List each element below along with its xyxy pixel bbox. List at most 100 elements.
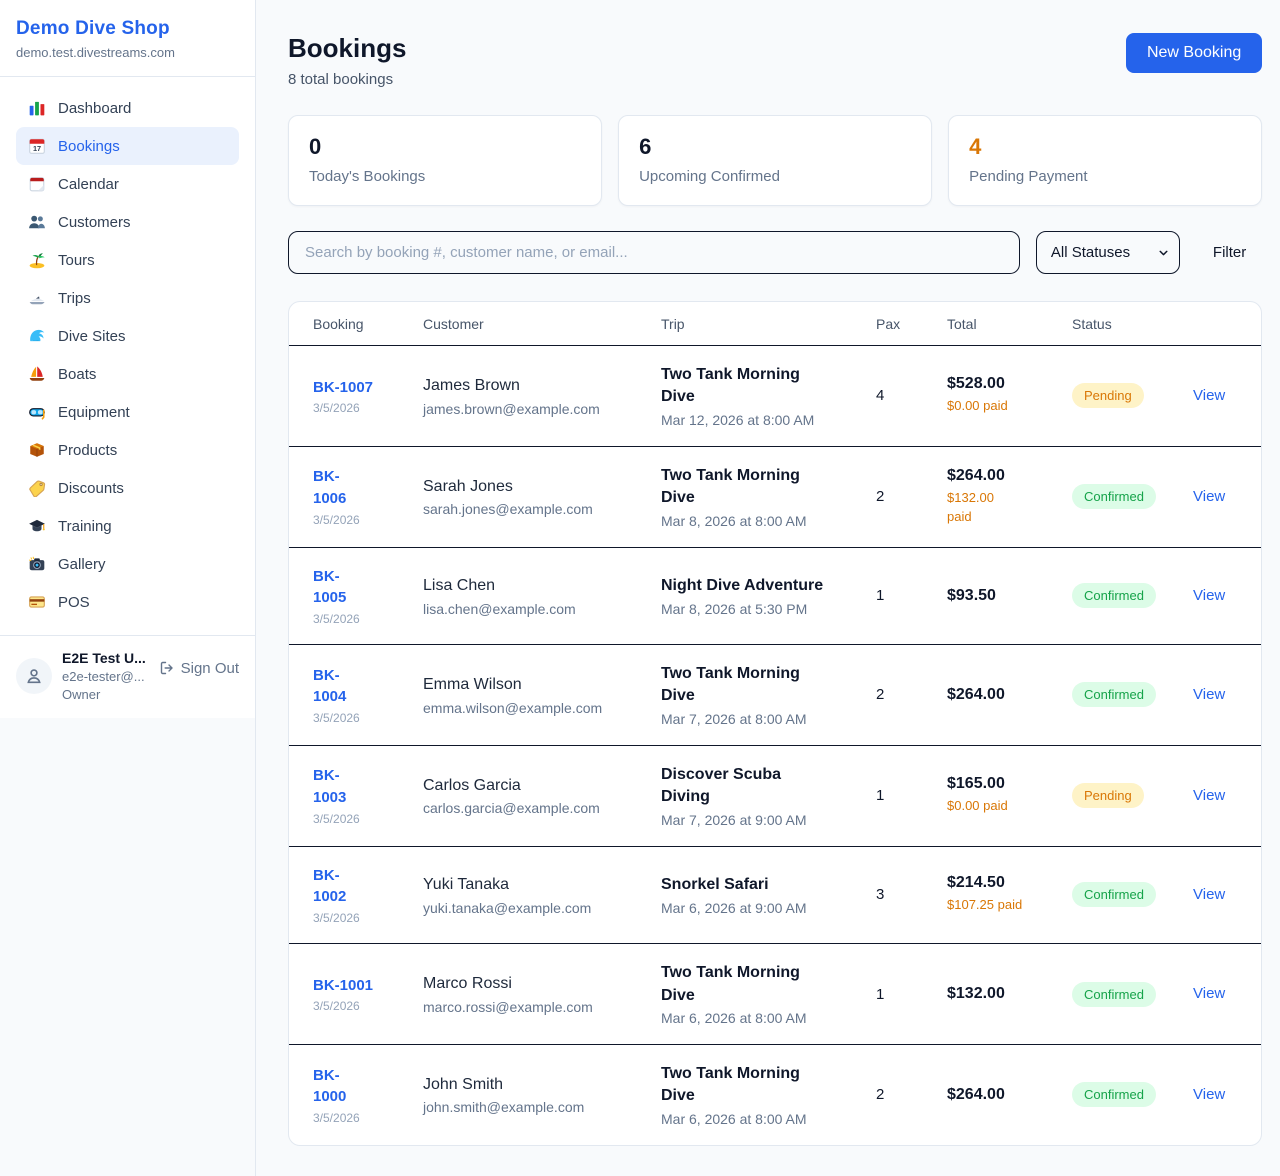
total-amount: $264.00 [947, 467, 1060, 485]
column-header-pax: Pax [876, 316, 947, 332]
dive-mask-icon [28, 403, 46, 421]
sidebar-item-equipment[interactable]: Equipment [16, 393, 239, 431]
view-link[interactable]: View [1193, 787, 1225, 804]
customer-email: lisa.chen@example.com [423, 601, 649, 617]
status-filter-select[interactable]: All Statuses [1036, 231, 1180, 274]
user-name: E2E Test U... [62, 650, 149, 666]
svg-text:17: 17 [33, 144, 41, 153]
customer-name: Lisa Chen [423, 575, 649, 597]
total-cell: $264.00 $132.00paid [947, 467, 1072, 527]
status-filter-wrap: All Statuses [1036, 231, 1180, 274]
sidebar-item-discounts[interactable]: Discounts [16, 469, 239, 507]
bar-chart-icon [28, 99, 46, 117]
stat-value: 6 [639, 134, 911, 160]
booking-id-link[interactable]: BK-1001 [313, 975, 373, 997]
actions-cell: View [1193, 587, 1237, 605]
user-role: Owner [62, 687, 149, 702]
main-content: Bookings 8 total bookings New Booking 0 … [256, 0, 1280, 1176]
person-icon [24, 666, 44, 686]
view-link[interactable]: View [1193, 1086, 1225, 1103]
sidebar-item-products[interactable]: Products [16, 431, 239, 469]
view-link[interactable]: View [1193, 886, 1225, 903]
sidebar-item-label: Trips [58, 290, 91, 307]
sidebar-item-customers[interactable]: Customers [16, 203, 239, 241]
booking-id-link[interactable]: BK-1006 [313, 466, 346, 510]
trip-name: Two Tank Morning Dive [661, 465, 801, 510]
sidebar-item-bookings[interactable]: 17 Bookings [16, 127, 239, 165]
view-link[interactable]: View [1193, 387, 1225, 404]
sidebar-item-calendar[interactable]: Calendar [16, 165, 239, 203]
sign-out-button[interactable]: Sign Out [159, 660, 239, 677]
sidebar-item-gallery[interactable]: Gallery [16, 545, 239, 583]
user-email: e2e-tester@... [62, 669, 149, 684]
sidebar-item-dive-sites[interactable]: Dive Sites [16, 317, 239, 355]
customer-cell: Carlos Garcia carlos.garcia@example.com [423, 775, 661, 816]
column-header-booking: Booking [313, 316, 423, 332]
sidebar-item-label: Training [58, 518, 112, 535]
trip-cell: Night Dive Adventure Mar 8, 2026 at 5:30… [661, 575, 876, 616]
total-cell: $132.00 [947, 985, 1072, 1003]
trip-cell: Snorkel Safari Mar 6, 2026 at 9:00 AM [661, 874, 876, 915]
pax-cell: 4 [876, 387, 947, 404]
pax-cell: 1 [876, 787, 947, 804]
sidebar-item-trips[interactable]: Trips [16, 279, 239, 317]
total-cell: $214.50 $107.25 paid [947, 874, 1072, 915]
stat-label: Upcoming Confirmed [639, 168, 911, 185]
filter-button[interactable]: Filter [1213, 244, 1246, 261]
trip-date: Mar 8, 2026 at 8:00 AM [661, 513, 864, 529]
customer-cell: John Smith john.smith@example.com [423, 1074, 661, 1115]
view-link[interactable]: View [1193, 686, 1225, 703]
controls-bar: All Statuses Filter [288, 231, 1262, 274]
package-icon [28, 441, 46, 459]
booking-date: 3/5/2026 [313, 812, 411, 826]
total-amount: $528.00 [947, 375, 1060, 393]
table-row: BK-1000 3/5/2026 John Smith john.smith@e… [289, 1045, 1261, 1145]
sidebar-item-label: Customers [58, 214, 131, 231]
booking-cell: BK-1000 3/5/2026 [313, 1065, 423, 1126]
stat-card: 0 Today's Bookings [288, 115, 602, 206]
customer-cell: Emma Wilson emma.wilson@example.com [423, 674, 661, 715]
total-amount: $264.00 [947, 1086, 1060, 1104]
pax-cell: 2 [876, 488, 947, 505]
booking-id-link[interactable]: BK-1000 [313, 1065, 346, 1109]
sidebar-item-dashboard[interactable]: Dashboard [16, 89, 239, 127]
trip-name: Two Tank Morning Dive [661, 962, 801, 1007]
tag-icon [28, 479, 46, 497]
status-cell: Confirmed [1072, 484, 1193, 509]
booking-date: 3/5/2026 [313, 612, 411, 626]
status-cell: Confirmed [1072, 682, 1193, 707]
sidebar-item-boats[interactable]: Boats [16, 355, 239, 393]
search-input[interactable] [288, 231, 1020, 274]
sidebar-item-label: POS [58, 594, 90, 611]
status-badge: Confirmed [1072, 982, 1156, 1007]
status-badge: Confirmed [1072, 583, 1156, 608]
view-link[interactable]: View [1193, 985, 1225, 1002]
booking-id-link[interactable]: BK-1004 [313, 665, 346, 709]
booking-cell: BK-1003 3/5/2026 [313, 765, 423, 826]
booking-id-link[interactable]: BK-1002 [313, 865, 346, 909]
camera-icon [28, 555, 46, 573]
trip-cell: Two Tank Morning Dive Mar 6, 2026 at 8:0… [661, 962, 876, 1026]
trip-name: Two Tank Morning Dive [661, 1063, 801, 1108]
paid-amount: $0.00 paid [947, 797, 1060, 816]
sidebar-nav: Dashboard 17 Bookings Calendar Customers… [0, 77, 255, 635]
trip-date: Mar 6, 2026 at 9:00 AM [661, 900, 864, 916]
view-link[interactable]: View [1193, 488, 1225, 505]
booking-id-link[interactable]: BK-1003 [313, 765, 346, 809]
customer-cell: Marco Rossi marco.rossi@example.com [423, 973, 661, 1014]
column-header-customer: Customer [423, 316, 661, 332]
trip-name: Night Dive Adventure [661, 575, 864, 597]
actions-cell: View [1193, 985, 1237, 1003]
island-icon [28, 251, 46, 269]
booking-id-link[interactable]: BK-1005 [313, 566, 346, 610]
sidebar-item-training[interactable]: Training [16, 507, 239, 545]
sidebar-item-tours[interactable]: Tours [16, 241, 239, 279]
sidebar: Demo Dive Shop demo.test.divestreams.com… [0, 0, 256, 1176]
table-row: BK-1006 3/5/2026 Sarah Jones sarah.jones… [289, 447, 1261, 548]
table-body: BK-1007 3/5/2026 James Brown james.brown… [289, 346, 1261, 1145]
view-link[interactable]: View [1193, 587, 1225, 604]
sidebar-item-label: Discounts [58, 480, 124, 497]
sidebar-item-pos[interactable]: POS [16, 583, 239, 621]
new-booking-button[interactable]: New Booking [1126, 33, 1262, 73]
booking-id-link[interactable]: BK-1007 [313, 377, 373, 399]
